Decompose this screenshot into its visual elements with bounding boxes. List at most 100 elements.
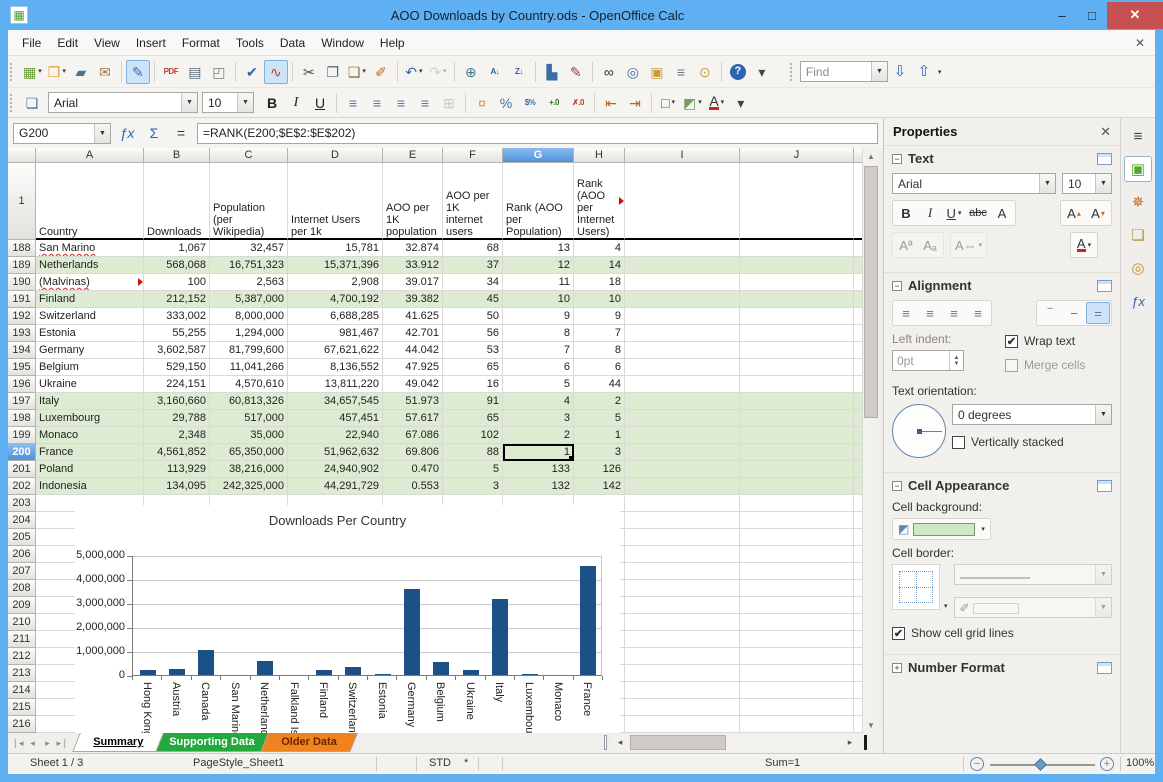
empty-cell[interactable] — [854, 240, 862, 257]
column-header-A[interactable]: A — [36, 148, 144, 163]
cell[interactable]: 51.973 — [383, 393, 443, 410]
navigator-tab-icon[interactable]: ◎ — [1124, 255, 1152, 281]
valign-top-icon[interactable]: ‾ — [1038, 302, 1062, 324]
cell[interactable]: Belgium — [36, 359, 144, 376]
column-header-J[interactable]: J — [740, 148, 854, 163]
insert-chart-icon[interactable]: ▙ — [540, 60, 564, 84]
empty-cell[interactable] — [740, 274, 854, 291]
cell[interactable]: 3 — [503, 410, 574, 427]
empty-cell[interactable] — [854, 410, 862, 427]
chart-object[interactable]: Downloads Per Country 0 1,000,000 2,000,000… — [75, 505, 620, 733]
cell[interactable]: 4 — [503, 393, 574, 410]
find-input[interactable]: Find ▼ — [799, 61, 888, 82]
empty-cell[interactable] — [854, 631, 862, 648]
cell[interactable]: 2 — [503, 427, 574, 444]
menu-file[interactable]: File — [14, 32, 49, 54]
cell[interactable]: 8 — [574, 342, 625, 359]
italic-icon[interactable]: I — [918, 202, 942, 224]
sidebar-font-size-combo[interactable]: 10 ▼ — [1062, 173, 1112, 194]
empty-cell[interactable] — [740, 359, 854, 376]
cell[interactable]: 16,751,323 — [210, 257, 288, 274]
empty-cell[interactable] — [854, 274, 862, 291]
previous-sheet-icon[interactable]: ◂ — [25, 738, 40, 749]
chevron-down-icon[interactable]: ▾ — [38, 68, 42, 75]
cell[interactable]: 88 — [443, 444, 503, 461]
chevron-down-icon[interactable]: ▾ — [944, 602, 948, 610]
sheet-tab-supporting-data[interactable]: Supporting Data — [148, 733, 276, 752]
empty-cell[interactable] — [740, 478, 854, 495]
empty-cell[interactable] — [854, 682, 862, 699]
cell[interactable]: Germany — [36, 342, 144, 359]
cell[interactable]: 212,152 — [144, 291, 210, 308]
header-cell[interactable]: Rank (AOO per Population) — [503, 163, 574, 240]
chevron-down-icon[interactable]: ▾ — [698, 99, 702, 106]
column-header-D[interactable]: D — [288, 148, 383, 163]
empty-cell[interactable] — [740, 163, 854, 240]
cell[interactable]: 9 — [503, 308, 574, 325]
empty-cell[interactable] — [740, 665, 854, 682]
column-header-I[interactable]: I — [625, 148, 740, 163]
empty-cell[interactable] — [625, 580, 740, 597]
cell[interactable]: 134,095 — [144, 478, 210, 495]
empty-cell[interactable] — [854, 427, 862, 444]
cell[interactable]: 50 — [443, 308, 503, 325]
cell[interactable]: 67,621,622 — [288, 342, 383, 359]
cell[interactable]: 10 — [503, 291, 574, 308]
cell[interactable]: 44.042 — [383, 342, 443, 359]
scroll-up-icon[interactable]: ▲ — [863, 148, 879, 164]
chevron-down-icon[interactable]: ▼ — [1095, 405, 1111, 424]
row-header-196[interactable]: 196 — [8, 376, 36, 393]
empty-cell[interactable] — [625, 495, 740, 512]
cell[interactable]: Luxembourg — [36, 410, 144, 427]
empty-cell[interactable] — [854, 614, 862, 631]
empty-cell[interactable] — [625, 716, 740, 733]
cell[interactable]: 60,813,326 — [210, 393, 288, 410]
empty-cell[interactable] — [740, 495, 854, 512]
first-sheet-icon[interactable]: ❘◂ — [10, 738, 25, 749]
cell[interactable]: Finland — [36, 291, 144, 308]
align-right-icon[interactable]: ≡ — [942, 302, 966, 324]
column-header-B[interactable]: B — [144, 148, 210, 163]
sheet-tab-older-data[interactable]: Older Data — [259, 733, 358, 752]
cell[interactable]: 5 — [574, 410, 625, 427]
empty-cell[interactable] — [740, 325, 854, 342]
empty-cell[interactable] — [854, 648, 862, 665]
section-cell-appearance-header[interactable]: − Cell Appearance — [884, 472, 1120, 496]
empty-cell[interactable] — [854, 308, 862, 325]
empty-cell[interactable] — [740, 529, 854, 546]
row-header-198[interactable]: 198 — [8, 410, 36, 427]
valign-bottom-icon[interactable]: = — [1086, 302, 1110, 324]
find-previous-button[interactable]: ⇧ — [912, 60, 936, 84]
font-color-icon[interactable]: A ▾ — [1072, 234, 1096, 256]
row-header-189[interactable]: 189 — [8, 257, 36, 274]
tab-area-divider[interactable] — [604, 735, 607, 750]
data-sources-icon[interactable]: ≡ — [669, 60, 693, 84]
row-header-200[interactable]: 200 — [8, 444, 36, 461]
cell[interactable]: 2 — [574, 393, 625, 410]
toolbar-grip[interactable] — [789, 62, 796, 81]
cell[interactable]: 6 — [574, 359, 625, 376]
show-gridlines-checkbox[interactable]: ✔ — [892, 626, 905, 640]
empty-cell[interactable] — [854, 478, 862, 495]
increase-indent-icon[interactable]: ⇥ — [623, 91, 647, 115]
row-header-191[interactable]: 191 — [8, 291, 36, 308]
cell[interactable]: 102 — [443, 427, 503, 444]
collapse-icon[interactable]: − — [892, 153, 902, 164]
chevron-down-icon[interactable]: ▼ — [1095, 598, 1111, 617]
menu-data[interactable]: Data — [272, 32, 313, 54]
menu-edit[interactable]: Edit — [49, 32, 86, 54]
row-header-195[interactable]: 195 — [8, 359, 36, 376]
collapse-icon[interactable]: − — [892, 280, 902, 291]
functions-tab-icon[interactable]: ƒx — [1124, 288, 1152, 314]
vertical-scrollbar[interactable]: ▲ ▼ — [862, 148, 879, 733]
valign-center-icon[interactable]: − — [1062, 302, 1086, 324]
cell[interactable]: 18 — [574, 274, 625, 291]
empty-cell[interactable] — [625, 359, 740, 376]
cell[interactable]: 65,350,000 — [210, 444, 288, 461]
cell[interactable]: 8,136,552 — [288, 359, 383, 376]
row-header-193[interactable]: 193 — [8, 325, 36, 342]
cell[interactable]: 65 — [443, 410, 503, 427]
cell[interactable]: 0.470 — [383, 461, 443, 478]
cell[interactable]: 37 — [443, 257, 503, 274]
sidebar-font-name-combo[interactable]: Arial ▼ — [892, 173, 1056, 194]
